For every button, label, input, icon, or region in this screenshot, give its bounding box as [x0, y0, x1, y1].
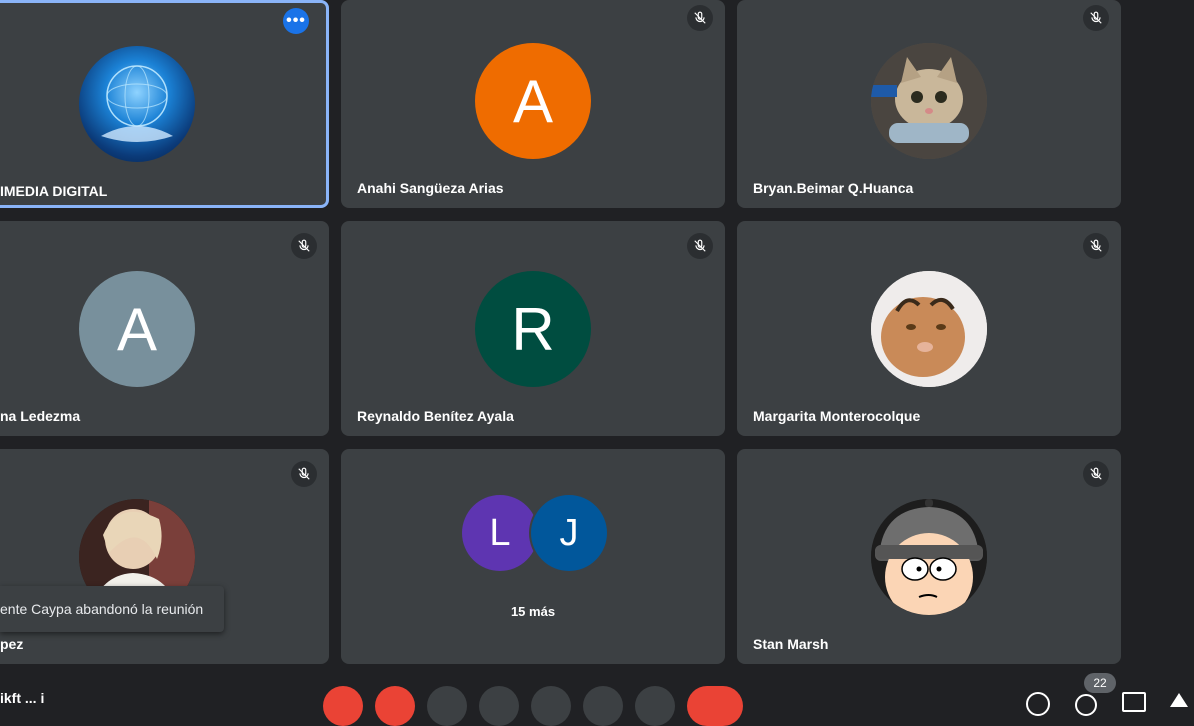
avatar-letter: R	[475, 271, 591, 387]
leave-call-button[interactable]	[687, 686, 743, 726]
mic-off-icon	[1083, 461, 1109, 487]
more-options-icon[interactable]: •••	[283, 8, 309, 34]
avatar-globe-image	[79, 46, 195, 162]
participant-tile-reynaldo[interactable]: R Reynaldo Benítez Ayala	[341, 221, 725, 436]
camera-off-button[interactable]	[375, 686, 415, 726]
avatar-cat-photo	[871, 43, 987, 159]
participant-tile-more[interactable]: L J 15 más	[341, 449, 725, 664]
participant-name: Reynaldo Benítez Ayala	[357, 408, 514, 424]
mic-off-icon	[1083, 233, 1109, 259]
emoji-button[interactable]	[479, 686, 519, 726]
avatar-letter-l: L	[462, 495, 538, 571]
participant-tile-margarita[interactable]: Margarita Monterocolque	[737, 221, 1121, 436]
info-icon[interactable]	[1026, 692, 1050, 716]
participant-tile-anahi[interactable]: A Anahi Sangüeza Arias	[341, 0, 725, 208]
participant-name: na Ledezma	[0, 408, 81, 424]
present-button[interactable]	[531, 686, 571, 726]
participant-name: Margarita Monterocolque	[753, 408, 921, 424]
participant-tile-ledezma[interactable]: A na Ledezma	[0, 221, 329, 436]
mic-off-icon	[291, 233, 317, 259]
participant-tile-bryan[interactable]: Bryan.Beimar Q.Huanca	[737, 0, 1121, 208]
mic-off-button[interactable]	[323, 686, 363, 726]
participant-name: Bryan.Beimar Q.Huanca	[753, 180, 914, 196]
participant-name: Stan Marsh	[753, 636, 829, 652]
activities-icon[interactable]	[1170, 693, 1188, 707]
avatar-cat-photo	[871, 271, 987, 387]
more-participants-label: 15 más	[510, 604, 556, 619]
participant-count-badge: 22	[1084, 673, 1116, 693]
raise-hand-button[interactable]	[583, 686, 623, 726]
participant-name: Anahi Sangüeza Arias	[357, 180, 504, 196]
avatar-cartoon-image	[871, 499, 987, 615]
participant-name: IMEDIA DIGITAL	[0, 183, 108, 199]
avatar-letter-j: J	[531, 495, 607, 571]
chat-icon[interactable]	[1122, 692, 1146, 712]
avatar-letter: A	[79, 271, 195, 387]
mic-off-icon	[1083, 5, 1109, 31]
left-meeting-toast: ente Caypa abandonó la reunión	[0, 586, 224, 632]
meeting-code: ikft ... i	[0, 690, 45, 706]
people-icon[interactable]	[1075, 694, 1097, 716]
captions-button[interactable]	[427, 686, 467, 726]
participant-tile-imedia[interactable]: ••• IMEDIA DIGITAL	[0, 0, 329, 208]
participant-tile-stan[interactable]: Stan Marsh	[737, 449, 1121, 664]
participant-name: pez	[0, 636, 24, 652]
mic-off-icon	[687, 233, 713, 259]
mic-off-icon	[687, 5, 713, 31]
avatar-letter: A	[475, 43, 591, 159]
more-options-button[interactable]	[635, 686, 675, 726]
mic-off-icon	[291, 461, 317, 487]
